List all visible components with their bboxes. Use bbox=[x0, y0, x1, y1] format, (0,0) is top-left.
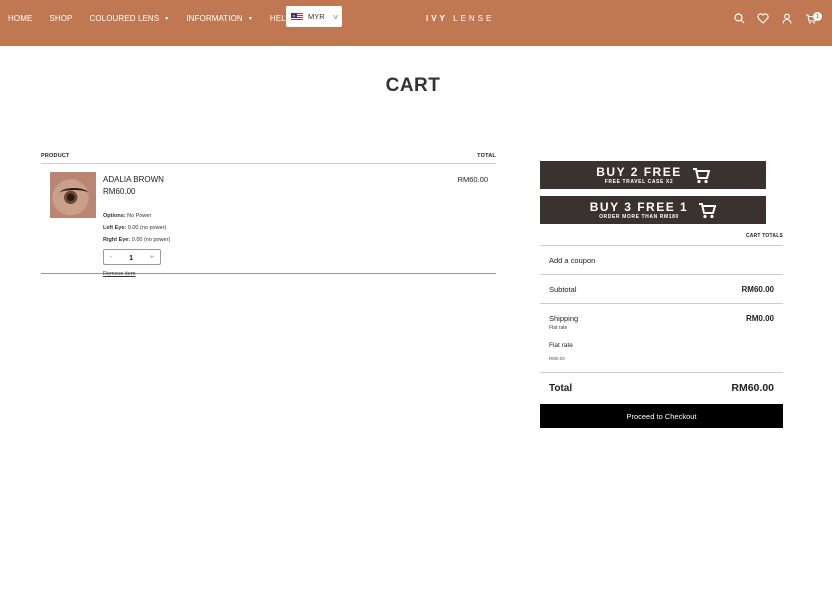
column-total: TOTAL bbox=[477, 153, 496, 159]
promo-banner-buy-2[interactable]: BUY 2 FREE FREE TRAVEL CASE X2 bbox=[540, 161, 766, 189]
cart-table-header: PRODUCT TOTAL bbox=[41, 153, 496, 164]
add-coupon-toggle[interactable]: Add a coupon bbox=[540, 246, 783, 275]
nav-shop[interactable]: SHOP bbox=[49, 14, 72, 23]
product-price: RM60.00 bbox=[103, 187, 136, 196]
promo-banner-buy-3[interactable]: BUY 3 FREE 1 ORDER MORE THAN RM180 bbox=[540, 196, 766, 224]
nav-coloured-lens[interactable]: COLOURED LENS ▼ bbox=[89, 14, 169, 23]
flat-rate-value: RM0.00 bbox=[549, 356, 565, 361]
shipping-row: Shipping Flat rate RM0.00 Flat rate RM0.… bbox=[540, 304, 783, 373]
header-icons: 1 bbox=[722, 11, 822, 25]
cart-count-badge: 1 bbox=[813, 12, 822, 21]
shopping-cart-icon bbox=[699, 202, 717, 218]
nav-information[interactable]: INFORMATION ▼ bbox=[186, 14, 253, 23]
total-row: Total RM60.00 bbox=[540, 373, 783, 403]
page-title: CART bbox=[385, 75, 441, 96]
malaysia-flag-icon: ★ bbox=[291, 12, 303, 21]
main-nav: HOME SHOP COLOURED LENS ▼ INFORMATION ▼ HE… bbox=[8, 0, 318, 37]
total-label: Total bbox=[549, 382, 573, 394]
user-icon[interactable] bbox=[780, 11, 794, 25]
product-right-eye: Right Eye: 0.00 (no power) bbox=[103, 237, 171, 243]
search-icon[interactable] bbox=[732, 11, 746, 25]
shopping-cart-icon bbox=[692, 167, 710, 183]
cart-icon[interactable]: 1 bbox=[804, 11, 822, 25]
caret-down-icon: ▼ bbox=[164, 15, 170, 22]
quantity-input[interactable]: 1 bbox=[129, 253, 133, 262]
product-options: Options: No Power bbox=[103, 213, 152, 219]
shipping-method: Flat rate bbox=[549, 325, 568, 331]
flat-rate-option[interactable]: Flat rate bbox=[549, 342, 573, 349]
total-value: RM60.00 bbox=[731, 382, 774, 394]
column-product: PRODUCT bbox=[41, 153, 70, 159]
nav-home[interactable]: HOME bbox=[8, 14, 32, 23]
cart-totals: CART TOTALS Add a coupon Subtotal RM60.0… bbox=[540, 233, 783, 403]
site-logo[interactable]: IVY LENSE bbox=[426, 14, 494, 23]
product-image[interactable] bbox=[50, 172, 96, 218]
currency-selector[interactable]: ★ MYR ∨ bbox=[286, 6, 342, 27]
caret-down-icon: ▼ bbox=[247, 15, 253, 22]
shipping-label: Shipping bbox=[549, 314, 579, 323]
shipping-value: RM0.00 bbox=[745, 314, 774, 323]
cart-item: ADALIA BROWN RM60.00 Options: No Power L… bbox=[41, 164, 496, 277]
subtotal-label: Subtotal bbox=[549, 284, 577, 294]
product-left-eye: Left Eye: 0.00 (no power) bbox=[103, 225, 167, 231]
quantity-decrease-button[interactable]: - bbox=[110, 254, 112, 261]
quantity-stepper: - 1 + bbox=[103, 249, 161, 265]
chevron-down-icon: ∨ bbox=[331, 13, 339, 21]
cart-totals-heading: CART TOTALS bbox=[540, 233, 783, 246]
proceed-to-checkout-button[interactable]: Proceed to Checkout bbox=[540, 404, 783, 428]
currency-code: MYR bbox=[308, 12, 325, 21]
product-name[interactable]: ADALIA BROWN bbox=[103, 175, 164, 184]
subtotal-value: RM60.00 bbox=[741, 284, 774, 294]
subtotal-row: Subtotal RM60.00 bbox=[540, 275, 783, 304]
line-total: RM60.00 bbox=[457, 175, 488, 184]
quantity-increase-button[interactable]: + bbox=[150, 254, 154, 261]
site-header: HOME SHOP COLOURED LENS ▼ INFORMATION ▼ HE… bbox=[0, 0, 832, 46]
cart-table: PRODUCT TOTAL ADALIA BROWN RM60.00 Optio… bbox=[41, 153, 496, 277]
remove-item-link[interactable]: Remove item bbox=[103, 271, 135, 277]
heart-icon[interactable] bbox=[756, 11, 770, 25]
